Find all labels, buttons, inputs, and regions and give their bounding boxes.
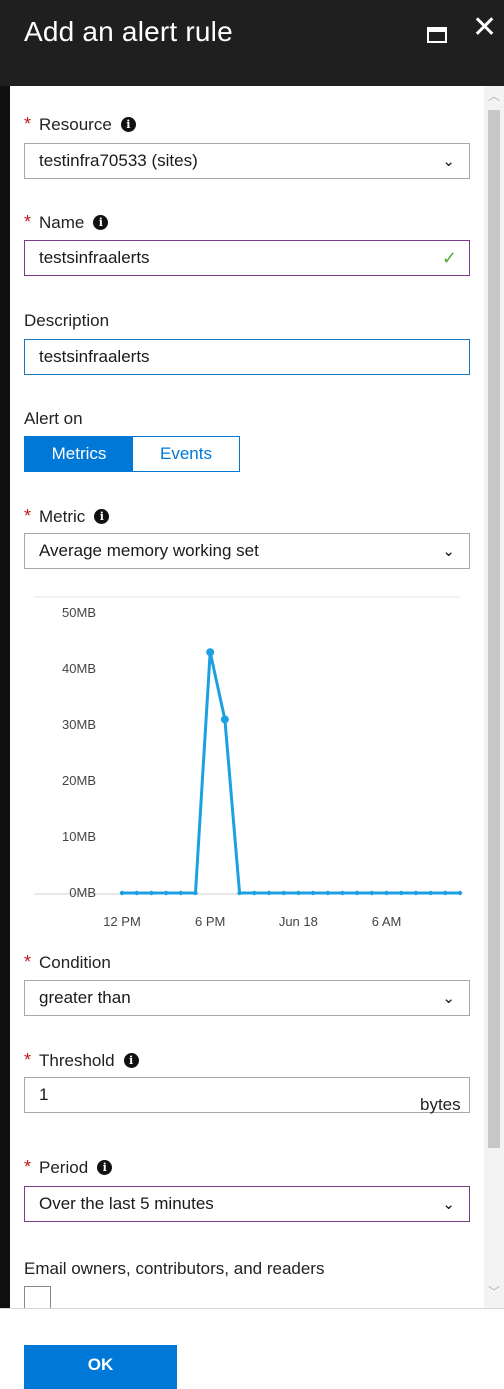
threshold-unit: bytes [420, 1095, 461, 1114]
data-point [149, 890, 154, 896]
condition-label: * Condition [24, 952, 111, 973]
alert-on-events-option[interactable]: Events [133, 437, 239, 471]
data-point [325, 890, 330, 896]
y-tick-label: 40MB [62, 661, 96, 676]
metric-chart: 50MB 40MB 30MB 20MB 10MB 0MB 12 PM 6 PM Jun 18 6… [34, 596, 463, 929]
data-point [220, 715, 229, 724]
resource-value: testinfra70533 (sites) [39, 151, 198, 170]
x-tick-label: 6 PM [195, 914, 225, 929]
data-point [457, 890, 463, 896]
threshold-value: 1 [39, 1085, 49, 1104]
required-marker: * [24, 114, 32, 134]
alert-on-metrics-option[interactable]: Metrics [25, 437, 133, 471]
description-value: testsinfraalerts [39, 347, 150, 366]
data-point [206, 648, 215, 657]
info-icon[interactable]: i [93, 215, 109, 230]
data-point [193, 890, 198, 896]
data-point [252, 890, 257, 896]
metric-label: * Metric i [24, 506, 110, 527]
resource-label: * Resource i [24, 114, 136, 135]
scrollbar-thumb[interactable] [488, 110, 500, 1148]
y-tick-label: 0MB [69, 885, 96, 900]
data-point [443, 890, 448, 896]
description-field[interactable]: testsinfraalerts [24, 339, 470, 375]
chevron-down-icon: ⌄ [442, 1195, 455, 1213]
x-tick-label: 6 AM [372, 914, 402, 929]
period-value: Over the last 5 minutes [39, 1194, 214, 1213]
series-line [122, 650, 460, 895]
y-tick-label: 10MB [62, 829, 96, 844]
threshold-label: * Threshold i [24, 1050, 139, 1071]
data-point [384, 890, 389, 896]
condition-value: greater than [39, 988, 131, 1007]
threshold-input[interactable]: 1 [24, 1077, 470, 1113]
period-label-text: Period [39, 1157, 89, 1177]
required-marker: * [24, 506, 32, 526]
period-dropdown[interactable]: Over the last 5 minutes ⌄ [24, 1186, 470, 1222]
required-marker: * [24, 212, 32, 232]
required-marker: * [24, 1157, 32, 1177]
data-point [163, 890, 169, 896]
data-point [428, 890, 433, 896]
x-tick-label: 12 PM [103, 914, 141, 929]
condition-dropdown[interactable]: greater than ⌄ [24, 980, 470, 1016]
description-label-text: Description [24, 311, 110, 330]
blade-title: Add an alert rule [24, 16, 233, 47]
y-tick-label: 50MB [62, 605, 96, 620]
info-icon[interactable]: i [123, 1053, 139, 1068]
required-marker: * [24, 1050, 32, 1070]
y-tick-label: 30MB [62, 717, 96, 732]
blade-header: Add an alert rule ✕ [0, 0, 504, 86]
email-label: Email owners, contributors, and readers [24, 1259, 324, 1279]
data-point [369, 890, 375, 896]
data-point [354, 890, 360, 896]
vertical-scrollbar[interactable]: ︿ ﹀ [484, 86, 504, 1308]
metric-dropdown[interactable]: Average memory working set ⌄ [24, 533, 470, 569]
email-label-text: Email owners, contributors, and readers [24, 1259, 325, 1278]
name-value: testsinfraalerts [39, 248, 150, 267]
info-icon[interactable]: i [120, 117, 136, 132]
name-field[interactable]: testsinfraalerts ✓ [24, 240, 470, 276]
data-point [413, 890, 419, 896]
metric-label-text: Metric [39, 506, 86, 526]
data-point [399, 890, 404, 896]
chevron-down-icon: ⌄ [442, 542, 455, 560]
chevron-down-icon: ⌄ [442, 989, 455, 1007]
y-tick-label: 20MB [62, 773, 96, 788]
info-icon[interactable]: i [97, 1160, 113, 1175]
data-point [310, 890, 316, 896]
info-icon[interactable]: i [94, 509, 110, 524]
close-icon[interactable]: ✕ [472, 13, 497, 43]
condition-label-text: Condition [39, 952, 111, 972]
alert-on-label-text: Alert on [24, 409, 83, 428]
resource-label-text: Resource [39, 114, 112, 134]
scroll-up-icon[interactable]: ︿ [488, 90, 500, 102]
name-label: * Name i [24, 212, 109, 233]
data-point [134, 890, 139, 896]
description-label: Description [24, 311, 109, 331]
threshold-label-text: Threshold [39, 1050, 115, 1070]
metric-value: Average memory working set [39, 541, 259, 560]
data-point [296, 890, 301, 896]
x-tick-label: Jun 18 [279, 914, 318, 929]
chevron-down-icon: ⌄ [442, 152, 455, 170]
data-point [178, 890, 183, 896]
data-point [281, 890, 286, 896]
alert-on-label: Alert on [24, 409, 83, 429]
required-marker: * [24, 952, 32, 972]
data-point [119, 890, 125, 896]
maximize-icon[interactable] [427, 27, 447, 43]
scroll-down-icon[interactable]: ﹀ [488, 1286, 500, 1298]
data-point [266, 890, 272, 896]
period-label: * Period i [24, 1157, 113, 1178]
resource-dropdown[interactable]: testinfra70533 (sites) ⌄ [24, 143, 470, 179]
name-label-text: Name [39, 212, 85, 232]
data-point [340, 890, 345, 896]
checkmark-icon: ✓ [441, 248, 457, 269]
ok-button[interactable]: OK [24, 1345, 177, 1389]
alert-on-toggle: Metrics Events [24, 436, 240, 472]
data-point [237, 890, 242, 896]
